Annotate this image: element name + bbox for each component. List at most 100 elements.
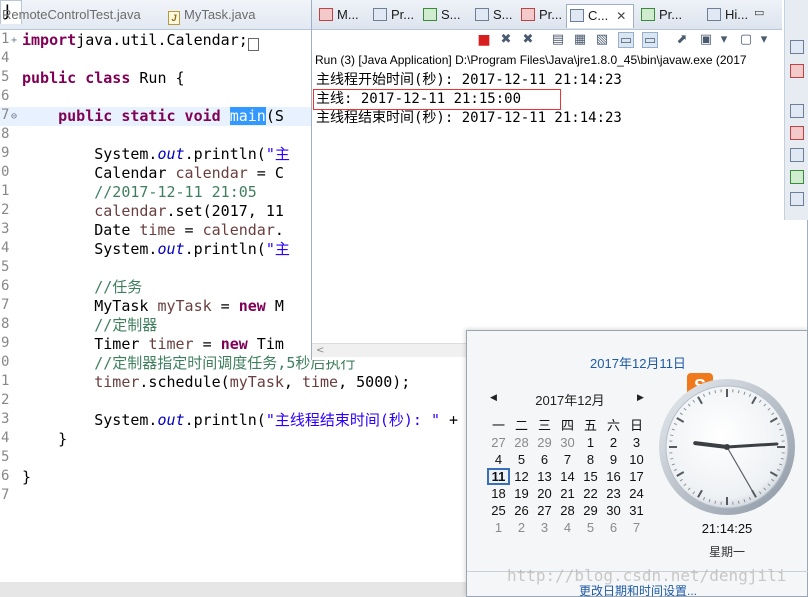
calendar-day[interactable]: 21 <box>556 485 579 502</box>
view-tab[interactable]: C... ✕ <box>566 4 634 28</box>
word-wrap-icon[interactable]: ▧ <box>594 32 610 48</box>
fold-toggle-icon[interactable]: ⊖ <box>11 107 21 126</box>
view-shortcut-icon[interactable] <box>790 170 804 184</box>
calendar-day[interactable]: 29 <box>533 434 556 451</box>
minimize-view-icon[interactable]: ▭ <box>754 6 764 19</box>
pin-console-icon[interactable]: ⬈ <box>674 32 690 48</box>
calendar-day[interactable]: 8 <box>579 451 602 468</box>
code-line[interactable]: 7 <box>0 487 466 506</box>
code-line[interactable]: 6} <box>0 468 466 487</box>
code-line[interactable]: 2 <box>0 392 466 411</box>
console-shortcut-icon[interactable] <box>790 148 804 162</box>
code-line[interactable]: 3 System.out.println("主线程结束时间(秒): " + <box>0 411 466 430</box>
calendar-day[interactable]: 28 <box>556 502 579 519</box>
calendar-day[interactable]: 15 <box>579 468 602 485</box>
terminate-icon[interactable]: ■ <box>476 32 492 48</box>
view-shortcut-icon[interactable] <box>790 192 804 206</box>
editor-tab-mytask[interactable]: J MyTask.java <box>168 4 256 28</box>
editor-tab-remotecontroltest[interactable]: RemoteControlTest.java <box>2 4 141 28</box>
calendar-day[interactable]: 19 <box>510 485 533 502</box>
remove-launch-icon[interactable]: ✖ <box>498 32 514 48</box>
fold-toggle-icon[interactable]: + <box>11 31 21 50</box>
display-console-icon[interactable]: ▣ <box>698 32 714 48</box>
view-shortcut-icon[interactable] <box>790 126 804 140</box>
view-tab[interactable]: M... <box>316 4 366 28</box>
code-line[interactable]: 4 } <box>0 430 466 449</box>
calendar-day[interactable]: 4 <box>556 519 579 536</box>
code-token: "主 <box>265 145 290 163</box>
calendar-day[interactable]: 22 <box>579 485 602 502</box>
calendar-day[interactable]: 25 <box>487 502 510 519</box>
console-toolbar: ■ ✖ ✖ ▤ ▦ ▧ ▭ ▭ ⬈ ▣ ▾ ▢ ▾ <box>312 30 782 50</box>
calendar-day[interactable]: 13 <box>533 468 556 485</box>
code-token: Calendar <box>22 164 176 182</box>
open-console-icon[interactable]: ▢ <box>738 32 754 48</box>
remove-all-terminated-icon[interactable]: ✖ <box>520 32 536 48</box>
calendar-day[interactable]: 12 <box>510 468 533 485</box>
calendar-day[interactable]: 1 <box>579 434 602 451</box>
calendar-day[interactable]: 9 <box>602 451 625 468</box>
open-console-dropdown-icon[interactable]: ▾ <box>756 32 772 48</box>
calendar-day[interactable]: 5 <box>510 451 533 468</box>
calendar-day[interactable]: 26 <box>510 502 533 519</box>
view-shortcut-icon[interactable] <box>790 64 804 78</box>
code-line[interactable]: 5 <box>0 449 466 468</box>
calendar-day[interactable]: 28 <box>510 434 533 451</box>
calendar-day[interactable]: 24 <box>625 485 648 502</box>
calendar-day[interactable]: 14 <box>556 468 579 485</box>
calendar-day[interactable]: 30 <box>556 434 579 451</box>
view-tab[interactable]: S... <box>472 4 516 28</box>
calendar-month-label[interactable]: 2017年12月 <box>515 390 625 409</box>
calendar-day[interactable]: 31 <box>625 502 648 519</box>
calendar-day[interactable]: 18 <box>487 485 510 502</box>
clear-console-icon[interactable]: ▤ <box>550 32 566 48</box>
calendar-day[interactable]: 2 <box>602 434 625 451</box>
scroll-lock-icon[interactable]: ▦ <box>572 32 588 48</box>
calendar-day[interactable]: 7 <box>625 519 648 536</box>
view-tab[interactable]: Pr... <box>638 4 700 28</box>
close-tab-icon[interactable]: ✕ <box>616 9 626 23</box>
scroll-left-icon[interactable]: < <box>316 345 324 356</box>
calendar-day[interactable]: 6 <box>602 519 625 536</box>
editor-horizontal-scrollbar[interactable] <box>0 582 466 597</box>
code-token: calendar <box>202 221 275 239</box>
line-number: 1 <box>1 31 10 47</box>
calendar-day[interactable]: 4 <box>487 451 510 468</box>
weekday-header: 日 <box>629 418 643 433</box>
calendar-day[interactable]: 27 <box>487 434 510 451</box>
long-date-link[interactable]: 2017年12月11日 <box>467 353 808 372</box>
code-text: } <box>22 468 31 487</box>
view-shortcut-icon[interactable] <box>790 40 804 54</box>
previous-month-icon[interactable]: ◀ <box>490 393 497 403</box>
show-on-stderr-icon[interactable]: ▭ <box>642 32 658 48</box>
show-on-stdout-icon[interactable]: ▭ <box>618 32 634 48</box>
calendar-day[interactable]: 16 <box>602 468 625 485</box>
calendar-day[interactable]: 17 <box>625 468 648 485</box>
calendar-day[interactable]: 10 <box>625 451 648 468</box>
calendar-day[interactable]: 29 <box>579 502 602 519</box>
calendar-day-today[interactable]: 11 <box>487 468 510 485</box>
view-tab[interactable]: Hi... <box>704 4 754 28</box>
calendar-day[interactable]: 7 <box>556 451 579 468</box>
calendar-day[interactable]: 20 <box>533 485 556 502</box>
view-tab[interactable]: Pr... <box>370 4 418 28</box>
next-month-icon[interactable]: ▶ <box>637 393 644 403</box>
display-console-dropdown-icon[interactable]: ▾ <box>716 32 732 48</box>
calendar-day[interactable]: 2 <box>510 519 533 536</box>
line-number: 7 <box>1 487 10 503</box>
view-tab[interactable]: Pr... <box>518 4 564 28</box>
calendar-week-row: 27 28 29 30 1 2 3 <box>487 434 649 451</box>
view-tab[interactable]: S... <box>420 4 470 28</box>
calendar-day[interactable]: 3 <box>533 519 556 536</box>
snippets-icon <box>475 8 489 21</box>
calendar-day[interactable]: 1 <box>487 519 510 536</box>
calendar-day[interactable]: 30 <box>602 502 625 519</box>
calendar-day[interactable]: 27 <box>533 502 556 519</box>
view-shortcut-icon[interactable] <box>790 104 804 118</box>
code-line[interactable]: 1 timer.schedule(myTask, time, 5000); <box>0 373 466 392</box>
calendar-day[interactable]: 23 <box>602 485 625 502</box>
code-token: .println( <box>184 145 266 163</box>
calendar-day[interactable]: 5 <box>579 519 602 536</box>
calendar-day[interactable]: 6 <box>533 451 556 468</box>
calendar-day[interactable]: 3 <box>625 434 648 451</box>
